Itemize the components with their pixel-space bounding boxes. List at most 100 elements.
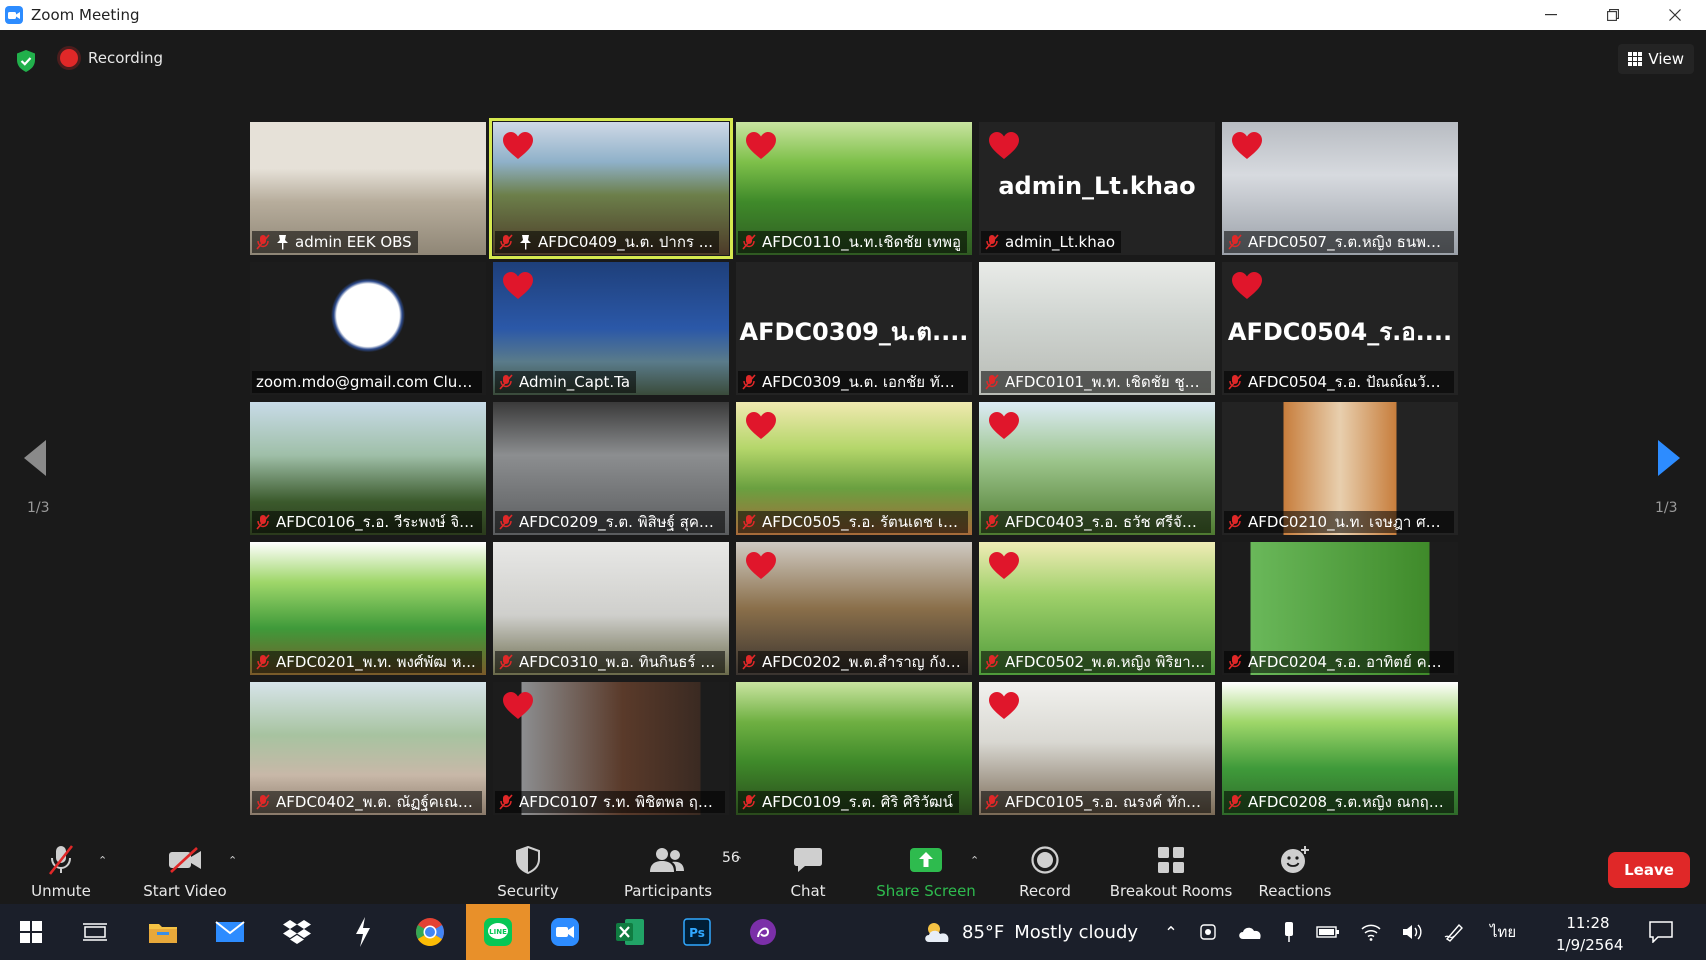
participant-tile[interactable]: AFDC0310_พ.อ. ทินกินธร์ ใ... — [493, 542, 729, 675]
battery-icon[interactable] — [1316, 925, 1340, 939]
pdf-app-icon[interactable] — [742, 912, 784, 952]
record-label: Record — [1019, 882, 1071, 900]
previous-page-arrow-icon[interactable] — [24, 440, 48, 480]
view-button[interactable]: View — [1618, 44, 1694, 74]
wifi-icon[interactable] — [1360, 923, 1382, 941]
windows-start-icon[interactable] — [10, 912, 52, 952]
participant-tile[interactable]: AFDC0208_ร.ต.หญิง ณกฤต... — [1222, 682, 1458, 815]
participant-name-tag: AFDC0310_พ.อ. ทินกินธร์ ใ... — [495, 651, 725, 673]
unmute-button[interactable]: Unmute — [28, 842, 94, 902]
participant-name-tag: AFDC0106_ร.อ. วีระพงษ์ จิตร... — [252, 511, 482, 533]
muted-mic-icon — [742, 514, 756, 530]
taskbar-clock[interactable]: 11:28 1/9/2564 — [1556, 912, 1623, 956]
participant-tile[interactable]: AFDC0309_น.ต.... AFDC0309_น.ต. เอกชัย ทัศ… — [736, 262, 972, 395]
chat-button[interactable]: Chat — [780, 842, 836, 902]
participant-tile[interactable]: AFDC0105_ร.อ. ณรงค์ ทักษิ... — [979, 682, 1215, 815]
participant-tile[interactable]: AFDC0110_น.ท.เชิดชัย เทพอู — [736, 122, 972, 255]
participant-name: AFDC0107 ร.ท. พิชิตพล ฤท... — [519, 793, 719, 811]
heart-reaction-icon — [503, 132, 533, 160]
notifications-icon[interactable] — [1640, 912, 1682, 952]
heart-reaction-icon — [989, 692, 1019, 720]
participant-tile[interactable]: AFDC0107 ร.ท. พิชิตพล ฤท... — [493, 682, 729, 815]
participant-tile[interactable]: AFDC0202_พ.ต.สำราญ กังเ... — [736, 542, 972, 675]
photoshop-icon[interactable]: Ps — [676, 912, 718, 952]
file-explorer-icon[interactable] — [142, 912, 184, 952]
participant-name: admin EEK OBS — [295, 233, 412, 251]
participant-tile[interactable]: AFDC0109_ร.ต. ศิริ ศิริวัฒน์ — [736, 682, 972, 815]
participant-tile[interactable]: AFDC0101_พ.ท. เชิดชัย ชูทิ... — [979, 262, 1215, 395]
muted-mic-icon — [985, 794, 999, 810]
muted-mic-icon — [256, 794, 270, 810]
participant-tile[interactable]: AFDC0204_ร.อ. อาทิตย์ คน... — [1222, 542, 1458, 675]
excel-icon[interactable] — [609, 912, 651, 952]
muted-mic-icon — [742, 374, 756, 390]
reactions-button[interactable]: Reactions — [1256, 842, 1334, 902]
recording-dot-icon — [60, 49, 78, 67]
record-button[interactable]: Record — [1010, 842, 1080, 902]
audio-options-caret-icon[interactable]: ⌃ — [98, 854, 107, 867]
participant-tile[interactable]: AFDC0507_ร.ต.หญิง ธนพร ... — [1222, 122, 1458, 255]
muted-mic-icon — [1228, 374, 1242, 390]
participant-tile[interactable]: AFDC0505_ร.อ. รัตนเดช เด... — [736, 402, 972, 535]
participant-tile[interactable]: AFDC0106_ร.อ. วีระพงษ์ จิตร... — [250, 402, 486, 535]
participant-name: AFDC0504_ร.อ. ปัณณ์ณวัส... — [1248, 373, 1448, 391]
window-title: Zoom Meeting — [31, 6, 140, 24]
mail-icon[interactable] — [209, 912, 251, 952]
participant-tile[interactable]: AFDC0210_น.ท. เจษฎา ศรีท... — [1222, 402, 1458, 535]
onedrive-cloud-icon[interactable] — [1238, 924, 1262, 940]
participants-button[interactable]: 56 Participants — [618, 842, 740, 902]
weather-widget[interactable]: 85°F Mostly cloudy — [922, 904, 1138, 960]
participant-tile[interactable]: AFDC0502_พ.ต.หญิง พิริยา... — [979, 542, 1215, 675]
encryption-shield-icon[interactable] — [16, 50, 36, 76]
participants-label: Participants — [623, 882, 713, 900]
task-view-icon[interactable] — [74, 912, 116, 952]
speaker-volume-icon[interactable] — [1402, 923, 1424, 941]
heart-reaction-icon — [1232, 132, 1262, 160]
meeting-area: Recording View admin EEK OBS AFDC0409_น.ต… — [0, 30, 1706, 836]
participant-name-tag: zoom.mdo@gmail.com Clust... — [252, 371, 482, 393]
muted-mic-icon — [985, 234, 999, 250]
participant-tile[interactable]: AFDC0409_น.ต. ปากร ... — [489, 118, 733, 259]
muted-mic-icon — [256, 514, 270, 530]
heart-reaction-icon — [989, 412, 1019, 440]
next-page-arrow-icon[interactable] — [1656, 440, 1680, 480]
reactions-smiley-icon — [1281, 846, 1309, 873]
video-options-caret-icon[interactable]: ⌃ — [228, 854, 237, 867]
muted-mic-icon — [256, 234, 270, 250]
recording-indicator[interactable]: Recording — [52, 42, 175, 74]
chrome-icon[interactable] — [409, 912, 451, 952]
participants-options-caret-icon[interactable]: ⌃ — [734, 854, 743, 867]
dropbox-icon[interactable] — [276, 912, 318, 952]
zoom-taskbar-icon[interactable] — [544, 912, 586, 952]
participant-tile[interactable]: AFDC0209_ร.ต. พิสิษฐ์ สุคน... — [493, 402, 729, 535]
bolt-app-icon[interactable] — [342, 912, 384, 952]
tray-expand-icon[interactable]: ⌃ — [1154, 923, 1188, 942]
close-window-button[interactable] — [1644, 0, 1706, 30]
participant-tile[interactable]: admin_Lt.khao admin_Lt.khao — [979, 122, 1215, 255]
muted-mic-icon — [1228, 654, 1242, 670]
camera-tray-icon[interactable] — [1198, 922, 1218, 942]
share-screen-button[interactable]: Share Screen — [876, 842, 976, 902]
participant-name: AFDC0106_ร.อ. วีระพงษ์ จิตร... — [276, 513, 476, 531]
start-video-button[interactable]: Start Video — [140, 842, 230, 902]
restore-button[interactable] — [1582, 0, 1644, 30]
participant-tile[interactable]: AFDC0403_ร.อ. ธวัช ศรีจันทร์ — [979, 402, 1215, 535]
participant-tile[interactable]: zoom.mdo@gmail.com Clust... — [250, 262, 486, 395]
share-options-caret-icon[interactable]: ⌃ — [970, 854, 979, 867]
participant-tile[interactable]: AFDC0504_ร.อ.... AFDC0504_ร.อ. ปัณณ์ณวัส.… — [1222, 262, 1458, 395]
pen-ink-icon[interactable] — [1444, 922, 1466, 942]
video-off-icon — [169, 847, 201, 873]
pen-device-icon[interactable] — [1282, 921, 1296, 943]
leave-button[interactable]: Leave — [1608, 852, 1690, 888]
minimize-button[interactable] — [1520, 0, 1582, 30]
participant-tile[interactable]: admin EEK OBS — [250, 122, 486, 255]
security-button[interactable]: Security — [492, 842, 564, 902]
participant-tile[interactable]: AFDC0402_พ.ต. ณัฏฐ์คเณศ... — [250, 682, 486, 815]
muted-mic-icon — [499, 794, 513, 810]
participant-tile[interactable]: Admin_Capt.Ta — [493, 262, 729, 395]
participant-tile[interactable]: AFDC0201_พ.ท. พงศ์พัฒ ห... — [250, 542, 486, 675]
line-app-icon[interactable]: LINE — [477, 912, 519, 952]
input-language-indicator[interactable]: ไทย — [1490, 920, 1516, 944]
breakout-rooms-button[interactable]: Breakout Rooms — [1106, 842, 1236, 902]
participant-name-tag: AFDC0201_พ.ท. พงศ์พัฒ ห... — [252, 651, 482, 673]
